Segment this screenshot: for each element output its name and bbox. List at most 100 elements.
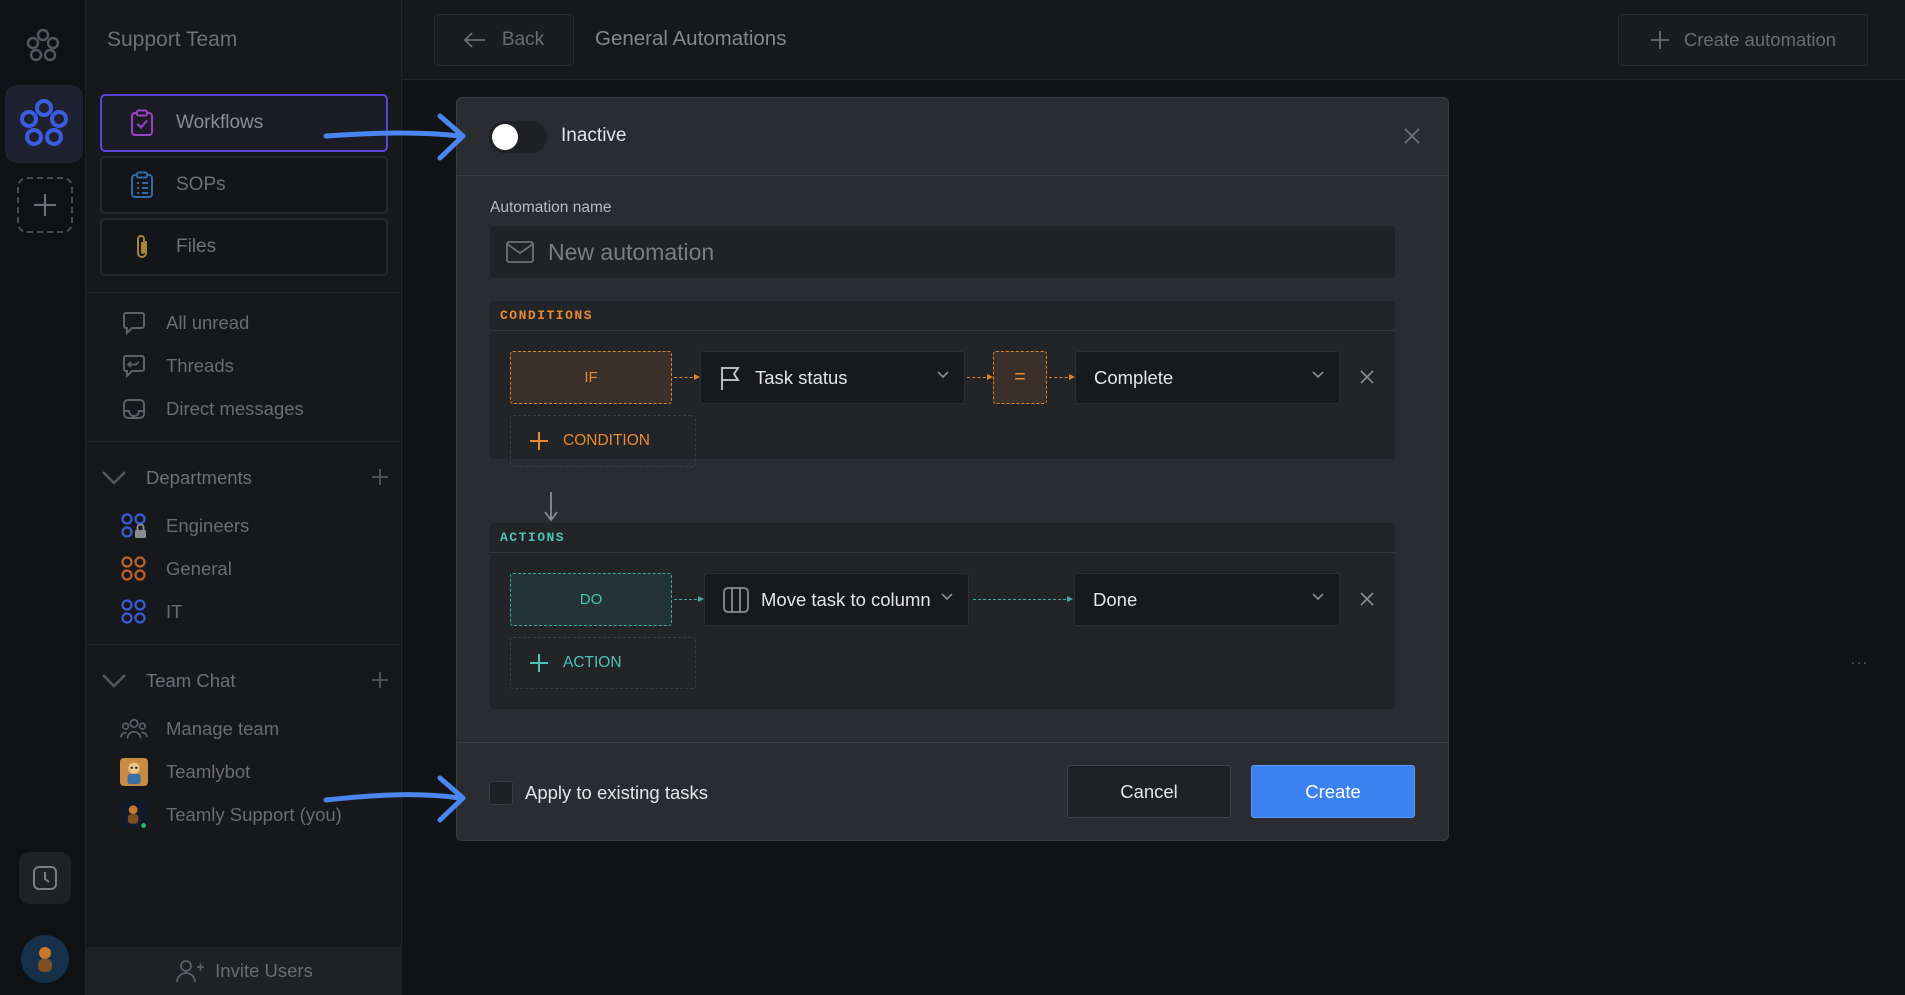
plus-icon	[372, 671, 388, 688]
condition-field-select[interactable]: Task status	[700, 351, 965, 404]
chat-bubble-icon	[120, 309, 148, 337]
group-icon	[120, 598, 148, 626]
envelope-icon	[506, 241, 534, 263]
remove-action-button[interactable]	[1354, 586, 1380, 612]
paperclip-icon	[128, 233, 156, 261]
cancel-button[interactable]: Cancel	[1067, 765, 1231, 818]
chevron-down-icon	[100, 470, 128, 486]
chevron-down-icon	[936, 370, 950, 380]
plus-icon	[34, 194, 56, 216]
automation-name-label: Automation name	[490, 199, 612, 216]
sidebar-item-label: Engineers	[166, 515, 250, 536]
chevron-down-icon	[940, 592, 954, 602]
remove-condition-button[interactable]	[1354, 364, 1380, 390]
action-value-select[interactable]: Done	[1074, 573, 1340, 626]
active-toggle[interactable]	[489, 121, 547, 153]
close-icon	[1360, 370, 1374, 384]
callout-arrow-icon	[323, 775, 466, 823]
action-type-select[interactable]: Move task to column	[704, 573, 969, 626]
clipboard-list-icon	[128, 171, 156, 199]
user-avatar-icon	[120, 801, 148, 830]
departments-header[interactable]: Departments	[100, 463, 390, 493]
bot-avatar-icon	[120, 758, 148, 786]
create-button[interactable]: Create	[1251, 765, 1415, 818]
thread-icon	[120, 352, 148, 380]
nav-label: Files	[176, 236, 217, 257]
group-lock-icon	[120, 512, 148, 540]
plus-icon	[529, 431, 549, 451]
sidebar-item-label: Teamly Support (you)	[166, 804, 342, 825]
add-department-button[interactable]	[370, 463, 390, 494]
add-action-button[interactable]: ACTION	[510, 637, 696, 689]
modal-header: Inactive	[457, 98, 1448, 176]
close-icon	[1404, 128, 1420, 144]
app-window: Support Team Workflows SOPs Files All un…	[0, 0, 1905, 995]
page-title: General Automations	[595, 27, 787, 50]
add-workspace-button[interactable]	[17, 177, 73, 233]
app-logo-icon	[26, 28, 60, 62]
automation-modal: Inactive Automation name CONDITIONS IF T…	[456, 97, 1449, 841]
history-button[interactable]	[19, 852, 71, 904]
group-icon	[120, 555, 148, 583]
sidebar-item-all-unread[interactable]: All unread	[120, 308, 249, 338]
sidebar-item-teamly-support[interactable]: Teamly Support (you)	[120, 800, 342, 830]
condition-value: Complete	[1094, 366, 1174, 388]
conditions-header: CONDITIONS	[490, 301, 1395, 331]
team-chat-header[interactable]: Team Chat	[100, 666, 390, 696]
add-condition-label: CONDITION	[563, 432, 650, 449]
apply-existing-checkbox[interactable]	[489, 781, 513, 805]
connector	[674, 595, 704, 602]
sidebar-item-general[interactable]: General	[120, 554, 232, 584]
add-user-icon	[175, 958, 205, 984]
sidebar-item-engineers[interactable]: Engineers	[120, 511, 249, 541]
apply-existing-label: Apply to existing tasks	[525, 782, 709, 803]
profile-avatar[interactable]	[21, 935, 69, 983]
sidebar-item-direct-messages[interactable]: Direct messages	[120, 394, 304, 424]
action-type-value: Move task to column	[761, 588, 931, 610]
add-action-label: ACTION	[563, 654, 622, 671]
add-chat-button[interactable]	[370, 666, 390, 697]
plus-icon	[1650, 30, 1670, 50]
operator-value: =	[1014, 366, 1026, 388]
divider	[86, 441, 402, 442]
action-value: Done	[1093, 588, 1138, 610]
inbox-icon	[120, 395, 148, 423]
section-title: Departments	[146, 467, 252, 488]
connector	[674, 373, 700, 380]
chevron-down-icon	[1311, 592, 1325, 602]
modal-footer: Apply to existing tasks Cancel Create	[457, 742, 1448, 842]
condition-operator-select[interactable]: =	[993, 351, 1047, 404]
conditions-block: CONDITIONS IF Task status = Complete CON…	[490, 301, 1395, 467]
condition-value-select[interactable]: Complete	[1075, 351, 1340, 404]
plus-icon	[529, 653, 549, 673]
toggle-knob	[492, 124, 518, 150]
people-icon	[120, 715, 148, 743]
invite-users-button[interactable]: Invite Users	[86, 947, 402, 995]
automation-name-input[interactable]	[548, 238, 1368, 266]
add-condition-button[interactable]: CONDITION	[510, 415, 696, 467]
workspace-support-team[interactable]	[5, 85, 83, 163]
clock-icon	[33, 866, 57, 890]
sidebar-item-teamlybot[interactable]: Teamlybot	[120, 757, 250, 787]
sidebar-item-label: IT	[166, 601, 183, 622]
more-icon: ···	[1850, 652, 1868, 672]
nav-files[interactable]: Files	[100, 218, 388, 276]
team-name: Support Team	[107, 28, 238, 51]
arrow-down-icon	[543, 491, 559, 523]
sidebar-item-threads[interactable]: Threads	[120, 351, 234, 381]
flag-icon	[719, 365, 743, 391]
back-button[interactable]: Back	[434, 14, 574, 66]
toggle-label: Inactive	[561, 125, 627, 146]
automation-name-field[interactable]	[490, 226, 1395, 278]
sidebar-item-manage-team[interactable]: Manage team	[120, 714, 279, 744]
back-label: Back	[501, 29, 545, 50]
sidebar-item-it[interactable]: IT	[120, 597, 182, 627]
actions-block: ACTIONS DO Move task to column Done ACTI…	[490, 523, 1395, 709]
workspace-logo-icon	[20, 99, 68, 146]
close-button[interactable]	[1398, 122, 1426, 150]
sidebar-item-label: All unread	[166, 312, 250, 333]
if-tag: IF	[510, 351, 672, 404]
do-tag: DO	[510, 573, 672, 626]
columns-icon	[723, 586, 749, 613]
create-automation-button[interactable]: Create automation	[1618, 14, 1868, 66]
